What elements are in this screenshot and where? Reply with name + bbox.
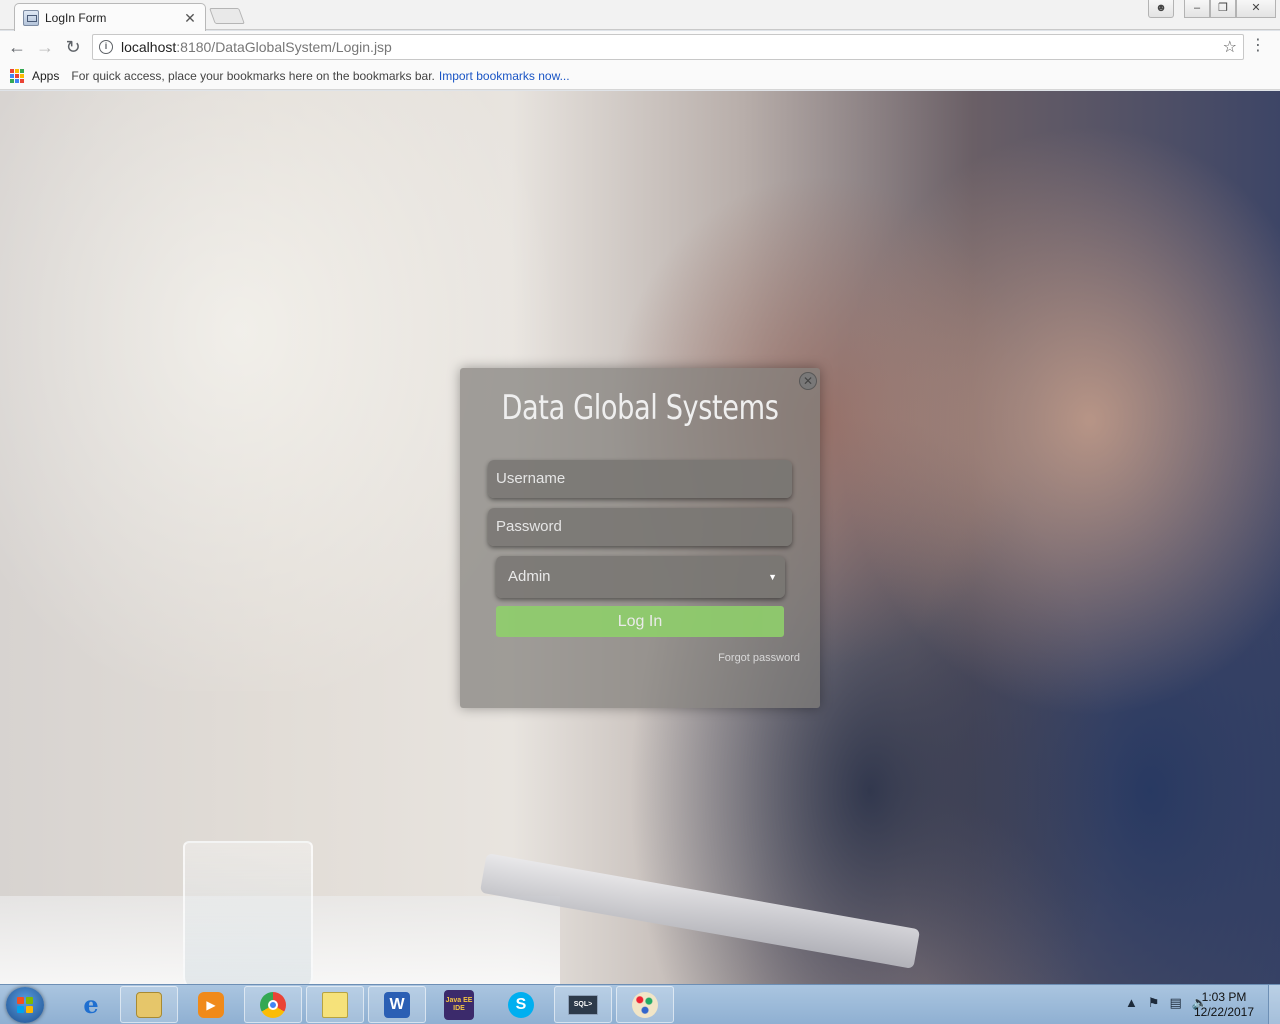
word-icon-label: W xyxy=(384,991,410,1018)
dropdown-caret-icon: ▼ xyxy=(768,572,777,582)
browser-toolbar: ← → ↻ i localhost:8180/DataGlobalSystem/… xyxy=(0,31,1280,63)
java-ee-ide-icon[interactable]: Java EE IDE xyxy=(430,986,488,1023)
tab-title: LogIn Form xyxy=(45,10,107,25)
word-icon[interactable]: W xyxy=(368,986,426,1023)
window-controls: ☻ – ❐ ✕ xyxy=(1148,0,1276,18)
windows-logo-icon xyxy=(17,997,33,1013)
reload-icon[interactable]: ↻ xyxy=(62,37,84,59)
clock-date: 12/22/2017 xyxy=(1193,1005,1255,1019)
sql-plus-label: SQL> xyxy=(568,994,598,1015)
skype-icon-label: S xyxy=(508,991,534,1018)
bookmarks-hint: For quick access, place your bookmarks h… xyxy=(71,69,435,83)
apps-shortcut[interactable]: Apps xyxy=(32,69,59,83)
system-clock[interactable]: 1:03 PM 12/22/2017 xyxy=(1188,990,1260,1020)
import-bookmarks-link[interactable]: Import bookmarks now... xyxy=(439,69,570,83)
forgot-password-link[interactable]: Forgot password xyxy=(718,652,800,664)
tray-expand-icon[interactable]: ▲ xyxy=(1125,995,1138,1011)
login-title: Data Global Systems xyxy=(501,388,779,428)
clock-time: 1:03 PM xyxy=(1201,990,1247,1004)
profile-icon[interactable]: ☻ xyxy=(1148,0,1174,18)
role-select[interactable]: Admin ▼ xyxy=(496,556,785,598)
url-path: :8180/DataGlobalSystem/Login.jsp xyxy=(176,39,392,55)
windows-taskbar: e ▶ W Java EE IDE S SQL> ▲ ⚑ ▤ 🔈 1:03 PM… xyxy=(0,984,1280,1024)
sticky-notes-icon[interactable] xyxy=(306,986,364,1023)
media-player-icon[interactable]: ▶ xyxy=(182,986,240,1023)
show-desktop-button[interactable] xyxy=(1268,985,1280,1024)
login-panel: ✕ Data Global Systems Admin ▼ Log In For… xyxy=(460,368,820,708)
window-close-button[interactable]: ✕ xyxy=(1236,0,1276,18)
internet-explorer-icon[interactable]: e xyxy=(62,986,120,1023)
browser-menu-icon[interactable]: ⋮ xyxy=(1250,38,1266,54)
password-input[interactable] xyxy=(488,508,792,546)
forward-arrow-icon[interactable]: → xyxy=(34,37,56,59)
background-glass xyxy=(183,841,313,984)
minimize-button[interactable]: – xyxy=(1184,0,1210,18)
site-info-icon[interactable]: i xyxy=(99,40,113,54)
login-button[interactable]: Log In xyxy=(496,606,784,637)
page-favicon-icon xyxy=(23,9,39,26)
apps-grid-icon[interactable] xyxy=(10,69,24,83)
action-center-flag-icon[interactable]: ⚑ xyxy=(1148,995,1160,1011)
address-bar[interactable]: i localhost:8180/DataGlobalSystem/Login.… xyxy=(92,34,1244,60)
start-button[interactable] xyxy=(6,987,44,1023)
tab-close-icon[interactable]: ✕ xyxy=(183,11,197,25)
file-explorer-icon[interactable] xyxy=(120,986,178,1023)
page-viewport: ✕ Data Global Systems Admin ▼ Log In For… xyxy=(0,91,1280,984)
skype-icon[interactable]: S xyxy=(492,986,550,1023)
bookmark-star-icon[interactable]: ☆ xyxy=(1223,37,1237,57)
role-select-value: Admin xyxy=(508,568,551,585)
browser-tab-active[interactable]: LogIn Form ✕ xyxy=(14,3,206,31)
network-icon[interactable]: ▤ xyxy=(1170,995,1182,1011)
back-arrow-icon[interactable]: ← xyxy=(6,37,28,59)
close-icon[interactable]: ✕ xyxy=(799,372,817,390)
sql-plus-icon[interactable]: SQL> xyxy=(554,986,612,1023)
paint-icon[interactable] xyxy=(616,986,674,1023)
username-input[interactable] xyxy=(488,460,792,498)
chrome-icon[interactable] xyxy=(244,986,302,1023)
tab-strip: LogIn Form ✕ ☻ – ❐ ✕ xyxy=(0,0,1280,31)
java-ee-ide-label: Java EE IDE xyxy=(444,989,474,1020)
bookmarks-bar: Apps For quick access, place your bookma… xyxy=(0,63,1280,90)
url-host: localhost xyxy=(121,39,177,55)
new-tab-button[interactable] xyxy=(209,8,245,24)
restore-button[interactable]: ❐ xyxy=(1210,0,1236,18)
